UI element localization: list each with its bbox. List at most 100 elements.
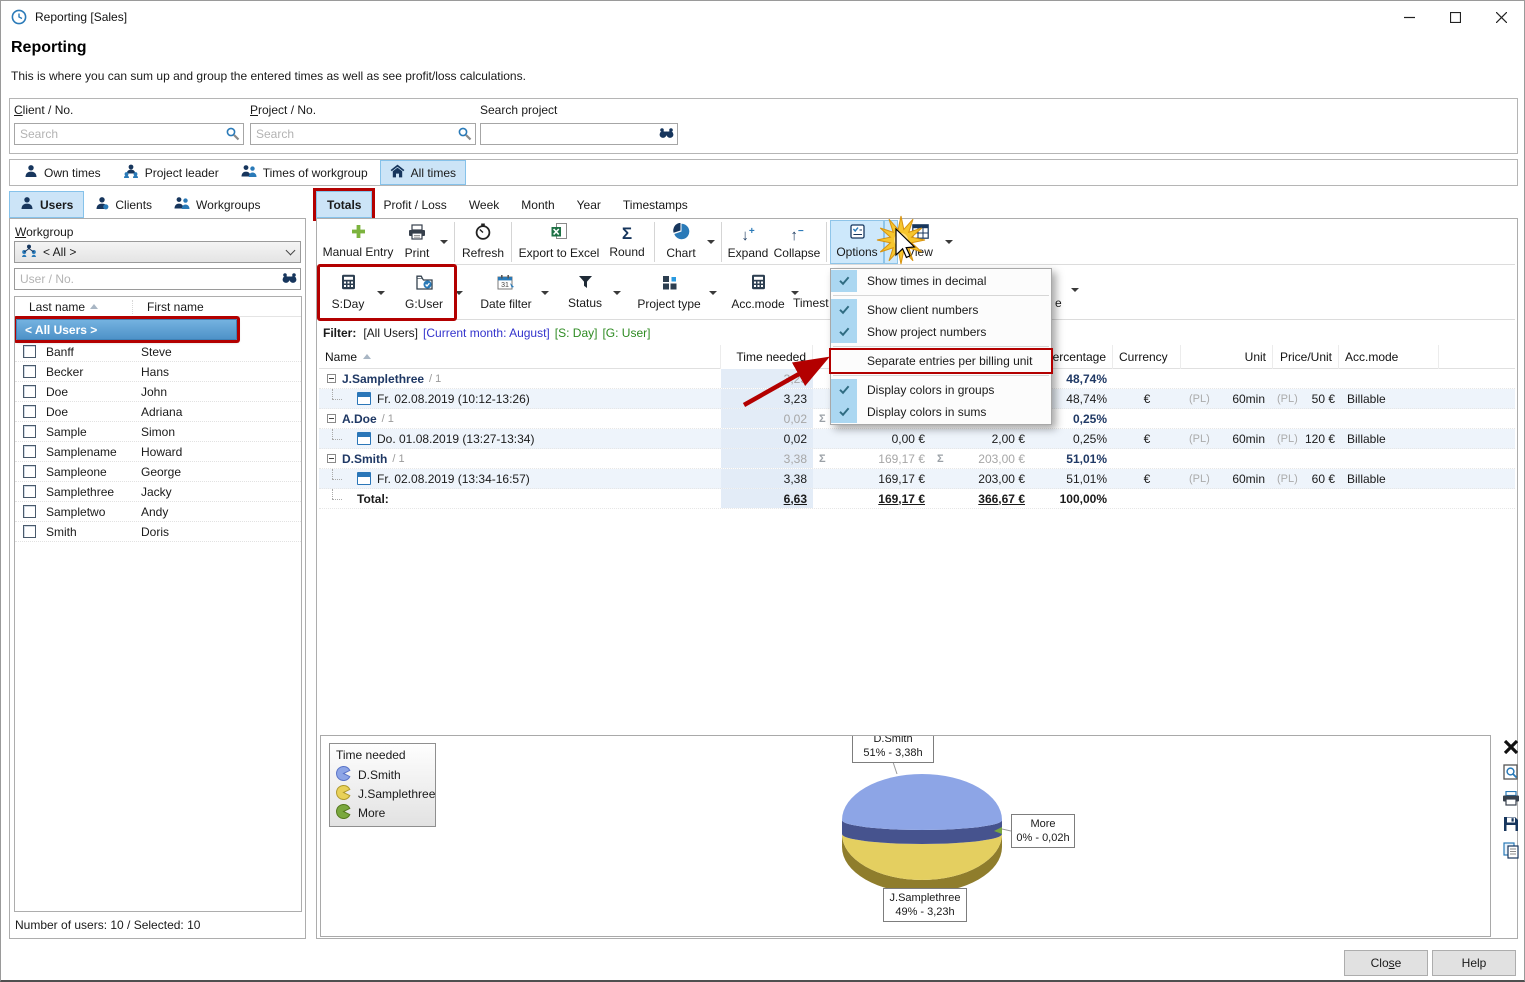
manual-entry-button[interactable]: Manual Entry [319,220,397,264]
menu-item-show-client-numbers[interactable]: Show client numbers [831,299,1051,321]
workgroup-select[interactable]: < All > [14,241,301,263]
maximize-button[interactable] [1432,1,1478,33]
user-checkbox[interactable] [23,425,36,438]
print-button[interactable]: Print [397,220,437,264]
user-row[interactable]: SampleSimon [15,422,301,442]
group-user-dropdown[interactable] [453,268,465,318]
empty-check-gutter [831,350,857,372]
print-chart-button[interactable] [1502,791,1520,806]
first-name-column-header[interactable]: First name [133,300,204,314]
calendar-icon [357,432,371,445]
user-checkbox[interactable] [23,345,36,358]
options-dropdown[interactable] [884,220,898,264]
sort-day-button[interactable]: S:Day [321,268,375,318]
user-checkbox[interactable] [23,405,36,418]
chart-button[interactable]: Chart [658,220,704,264]
chart-dropdown[interactable] [704,220,718,264]
status-button[interactable]: Status [559,268,611,318]
close-window-button[interactable] [1478,1,1524,33]
view-tab-week[interactable]: Week [458,191,510,218]
user-checkbox[interactable] [23,385,36,398]
last-name-column-header[interactable]: Last name [29,300,85,314]
project-type-button[interactable]: Project type [631,268,707,318]
view-tab-year[interactable]: Year [566,191,612,218]
expand-button[interactable]: ↓+ Expand [725,220,771,264]
project-type-dropdown[interactable] [707,268,719,318]
acc-mode-dropdown[interactable] [789,268,801,318]
all-users-row[interactable]: < All Users > [16,319,237,340]
sidebar-tab-workgroups[interactable]: Workgroups [163,191,271,218]
user-row[interactable]: BanffSteve [15,342,301,362]
chart-legend[interactable]: Time needed D.SmithJ.SamplethreeMore [329,743,436,827]
user-row[interactable]: SampletwoAndy [15,502,301,522]
sidebar-tab-users[interactable]: Users [9,191,84,218]
tree-collapse-icon[interactable] [327,454,336,463]
user-filter-input[interactable] [14,268,301,290]
copy-chart-button[interactable] [1503,842,1519,859]
user-row[interactable]: SamplethreeJacky [15,482,301,502]
user-row[interactable]: SmithDoris [15,522,301,542]
user-row[interactable]: BeckerHans [15,362,301,382]
sort-ascending-icon [363,354,371,359]
close-chart-button[interactable] [1504,740,1518,754]
excel-icon [551,223,568,243]
menu-item-show-times-in-decimal[interactable]: Show times in decimal [831,270,1051,292]
date-filter-dropdown[interactable] [539,268,551,318]
table-row-group[interactable]: D.Smith/ 13,38Σ169,17 €Σ203,00 €51,01% [319,449,1515,469]
tree-collapse-icon[interactable] [327,374,336,383]
table-row-entry[interactable]: Do. 01.08.2019 (13:27-13:34)0,020,00 €2,… [319,429,1515,449]
sidebar-tab-clients[interactable]: Clients [84,191,163,218]
timestamp-button-partial-end[interactable]: e [1055,296,1062,310]
round-button[interactable]: Σ Round [603,220,651,264]
save-chart-button[interactable] [1503,816,1519,832]
scope-tab-project-leader[interactable]: Project leader [113,160,229,185]
user-checkbox[interactable] [23,525,36,538]
timestamp-button-partial[interactable]: Timest [793,296,829,310]
user-row[interactable]: SamplenameHoward [15,442,301,462]
close-button[interactable]: Close [1344,950,1428,976]
tree-collapse-icon[interactable] [327,414,336,423]
group-user-button[interactable]: G:User [395,268,453,318]
collapse-button[interactable]: ↑− Collapse [771,220,823,264]
user-checkbox[interactable] [23,505,36,518]
scope-tab-own-times[interactable]: Own times [14,160,111,185]
view-dropdown[interactable] [942,220,956,264]
view-tab-totals[interactable]: Totals [316,191,372,218]
timestamp-dropdown[interactable] [1071,292,1079,306]
user-checkbox[interactable] [23,445,36,458]
status-dropdown[interactable] [611,268,623,318]
menu-item-show-project-numbers[interactable]: Show project numbers [831,321,1051,343]
scope-tab-all-times[interactable]: All times [380,160,466,185]
print-dropdown[interactable] [437,220,451,264]
menu-item-display-colors-in-sums[interactable]: Display colors in sums [831,401,1051,423]
export-excel-button[interactable]: Export to Excel [515,220,603,264]
table-row-entry[interactable]: Fr. 02.08.2019 (13:34-16:57)3,38169,17 €… [319,469,1515,489]
view-button[interactable]: View [898,220,942,264]
view-tab-timestamps[interactable]: Timestamps [612,191,699,218]
menu-item-separate-entries-per-billing-unit[interactable]: Separate entries per billing unit [831,350,1051,372]
date-filter-button[interactable]: 31 Date filter [473,268,539,318]
scope-tab-times-of-workgroup[interactable]: Times of workgroup [231,160,378,185]
user-row[interactable]: DoeJohn [15,382,301,402]
user-checkbox[interactable] [23,365,36,378]
user-list-header[interactable]: Last name First name [15,297,301,317]
sort-day-dropdown[interactable] [375,268,387,318]
search-project-input[interactable] [480,123,678,145]
print-preview-button[interactable] [1503,764,1520,781]
view-tab-profit-loss[interactable]: Profit / Loss [372,191,457,218]
user-checkbox[interactable] [23,485,36,498]
acc-mode-button[interactable]: Acc.mode [727,268,789,318]
user-row[interactable]: DoeAdriana [15,402,301,422]
view-tab-month[interactable]: Month [510,191,565,218]
table-row-total[interactable]: Total:6,63169,17 €366,67 €100,00% [319,489,1515,509]
project-search-input[interactable] [250,123,476,145]
help-button[interactable]: Help [1432,950,1516,976]
user-checkbox[interactable] [23,465,36,478]
client-search-input[interactable] [14,123,244,145]
minimize-button[interactable] [1386,1,1432,33]
user-row[interactable]: SampleoneGeorge [15,462,301,482]
options-button[interactable]: Options [830,220,884,264]
menu-item-display-colors-in-groups[interactable]: Display colors in groups [831,379,1051,401]
group-icon [241,164,257,181]
refresh-button[interactable]: Refresh [458,220,508,264]
